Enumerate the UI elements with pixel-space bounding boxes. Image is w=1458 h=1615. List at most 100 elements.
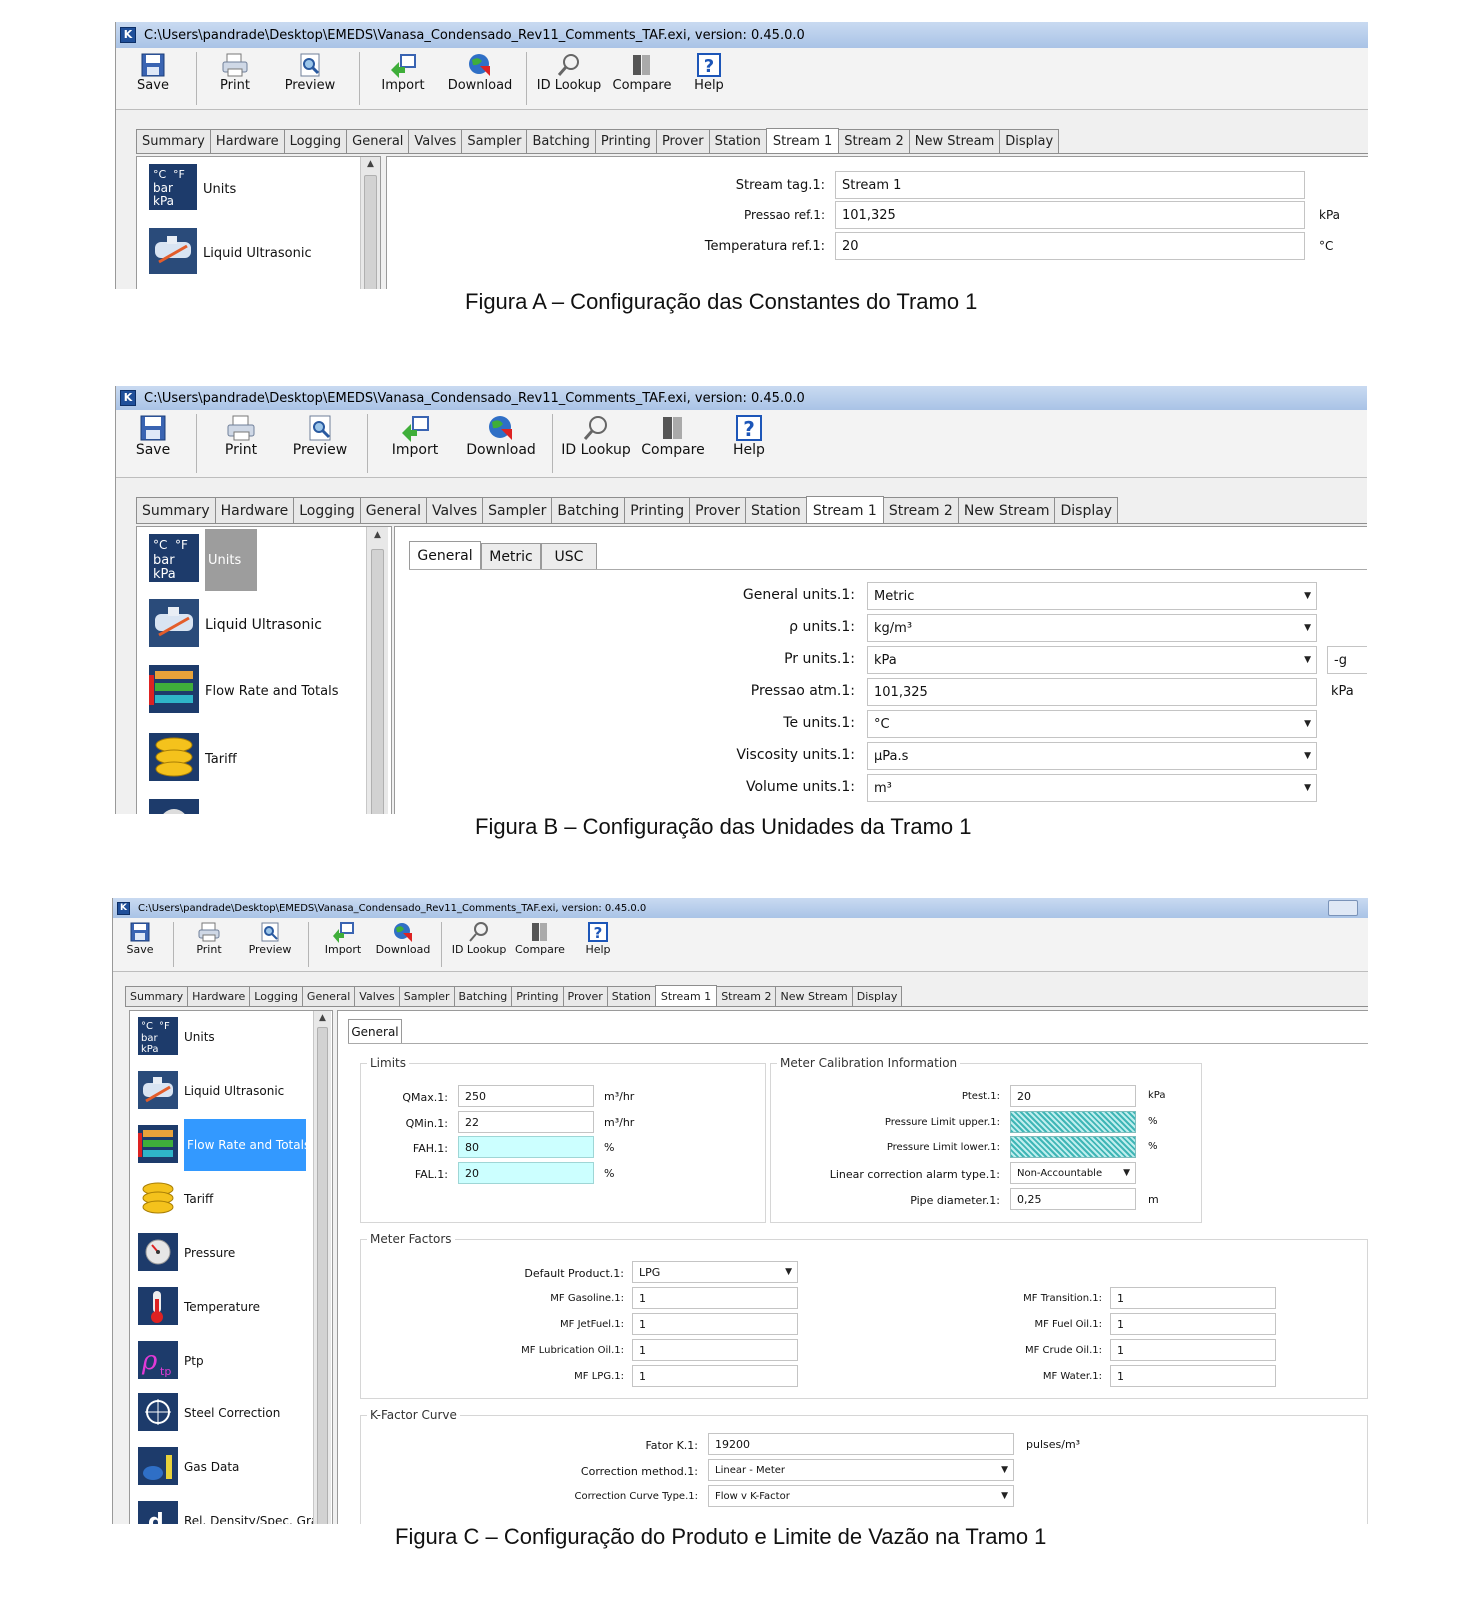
tab-hardware[interactable]: Hardware bbox=[209, 129, 285, 153]
print-button[interactable]: Print bbox=[203, 48, 267, 93]
tab-printing[interactable]: Printing bbox=[624, 497, 691, 523]
mf-lubrication-oil-input[interactable]: 1 bbox=[632, 1339, 798, 1361]
tab-station[interactable]: Station bbox=[708, 129, 767, 153]
pr-gauge-select[interactable]: -g bbox=[1327, 646, 1367, 674]
tab-stream-1[interactable]: Stream 1 bbox=[805, 496, 884, 524]
tab-display[interactable]: Display bbox=[851, 986, 903, 1006]
sidebar-item-ptp[interactable]: ρ tp Ptp bbox=[138, 1339, 204, 1383]
id-lookup-button[interactable]: ID Lookup bbox=[533, 48, 605, 93]
pressao-ref-input[interactable]: 101,325 bbox=[835, 201, 1305, 229]
id-lookup-button[interactable]: ID Lookup bbox=[559, 410, 633, 458]
preview-button[interactable]: Preview bbox=[279, 410, 361, 458]
tab-summary[interactable]: Summary bbox=[125, 986, 189, 1006]
sidebar-scrollbar[interactable]: ▲ bbox=[360, 157, 380, 289]
sidebar-scrollbar[interactable]: ▲ bbox=[313, 1011, 331, 1524]
general-units-select[interactable]: Metric ▼ bbox=[867, 582, 1317, 610]
sidebar-item-units[interactable]: °C °F bar kPa Units bbox=[149, 164, 236, 213]
tab-summary[interactable]: Summary bbox=[136, 129, 211, 153]
sidebar-scrollbar[interactable]: ▲ bbox=[366, 527, 388, 814]
rho-units-select[interactable]: kg/m³ ▼ bbox=[867, 614, 1317, 642]
tab-new-stream[interactable]: New Stream bbox=[775, 986, 853, 1006]
preview-button[interactable]: Preview bbox=[238, 918, 302, 956]
temperatura-ref-input[interactable]: 20 bbox=[835, 232, 1305, 260]
scroll-thumb[interactable] bbox=[317, 1027, 328, 1524]
correction-curve-type-select[interactable]: Flow v K-Factor ▼ bbox=[708, 1485, 1014, 1507]
tab-new-stream[interactable]: New Stream bbox=[908, 129, 1001, 153]
tab-sampler[interactable]: Sampler bbox=[398, 986, 455, 1006]
tab-general[interactable]: General bbox=[346, 129, 410, 153]
sidebar-item-liquid-ultrasonic[interactable]: Liquid Ultrasonic bbox=[138, 1069, 284, 1113]
tab-prover[interactable]: Prover bbox=[689, 497, 747, 523]
mf-lpg-input[interactable]: 1 bbox=[632, 1365, 798, 1387]
correction-method-select[interactable]: Linear - Meter ▼ bbox=[708, 1459, 1014, 1481]
tab-valves[interactable]: Valves bbox=[354, 986, 400, 1006]
tab-batching[interactable]: Batching bbox=[453, 986, 513, 1006]
scroll-thumb[interactable] bbox=[371, 549, 384, 814]
pressure-limit-lower-input[interactable] bbox=[1010, 1136, 1136, 1158]
tab-logging[interactable]: Logging bbox=[249, 986, 303, 1006]
mf-gasoline-input[interactable]: 1 bbox=[632, 1287, 798, 1309]
viscosity-units-select[interactable]: µPa.s ▼ bbox=[867, 742, 1317, 770]
tab-valves[interactable]: Valves bbox=[408, 129, 463, 153]
tab-valves[interactable]: Valves bbox=[425, 497, 484, 523]
tab-printing[interactable]: Printing bbox=[511, 986, 564, 1006]
sidebar-item-temperature[interactable]: Temperature bbox=[138, 1285, 260, 1329]
sidebar-item-gas-data[interactable]: Gas Data bbox=[138, 1445, 239, 1489]
tab-logging[interactable]: Logging bbox=[293, 497, 361, 523]
mf-water-input[interactable]: 1 bbox=[1110, 1365, 1276, 1387]
tab-general[interactable]: General bbox=[359, 497, 427, 523]
tab-new-stream[interactable]: New Stream bbox=[957, 497, 1056, 523]
minimize-button[interactable] bbox=[1328, 900, 1358, 916]
tab-prover[interactable]: Prover bbox=[655, 129, 710, 153]
fal-input[interactable]: 20 bbox=[458, 1162, 594, 1184]
tab-hardware[interactable]: Hardware bbox=[214, 497, 295, 523]
tab-summary[interactable]: Summary bbox=[136, 497, 216, 523]
sidebar-item-liquid-ultrasonic[interactable]: Liquid Ultrasonic bbox=[149, 228, 312, 277]
default-product-select[interactable]: LPG ▼ bbox=[632, 1261, 798, 1283]
sidebar-item-units[interactable]: °C °F bar kPa Units bbox=[149, 529, 257, 591]
preview-button[interactable]: Preview bbox=[267, 48, 353, 93]
tab-station[interactable]: Station bbox=[745, 497, 807, 523]
save-button[interactable]: Save bbox=[116, 48, 190, 93]
help-button[interactable]: ? Help bbox=[679, 48, 739, 93]
tab-stream-2[interactable]: Stream 2 bbox=[716, 986, 777, 1006]
subtab-general[interactable]: General bbox=[348, 1019, 402, 1043]
sidebar-item-steel-correction[interactable]: Steel Correction bbox=[138, 1391, 280, 1435]
id-lookup-button[interactable]: ID Lookup bbox=[448, 918, 510, 956]
sidebar-item-pressure[interactable] bbox=[149, 799, 205, 814]
import-button[interactable]: Import bbox=[366, 48, 440, 93]
tab-stream-2[interactable]: Stream 2 bbox=[838, 129, 910, 153]
sidebar-item-flow-rate[interactable]: Flow Rate and Totals bbox=[149, 665, 338, 717]
tab-logging[interactable]: Logging bbox=[283, 129, 348, 153]
scroll-up-icon[interactable]: ▲ bbox=[361, 159, 380, 169]
volume-units-select[interactable]: m³ ▼ bbox=[867, 774, 1317, 802]
mf-fuel-oil-input[interactable]: 1 bbox=[1110, 1313, 1276, 1335]
tab-printing[interactable]: Printing bbox=[594, 129, 657, 153]
qmin-input[interactable]: 22 bbox=[458, 1111, 594, 1133]
help-button[interactable]: ? Help bbox=[713, 410, 785, 458]
print-button[interactable]: Print bbox=[180, 918, 238, 956]
linear-correction-alarm-select[interactable]: Non-Accountable ▼ bbox=[1010, 1162, 1136, 1184]
subtab-usc[interactable]: USC bbox=[541, 543, 597, 569]
download-button[interactable]: Download bbox=[456, 410, 546, 458]
compare-button[interactable]: Compare bbox=[605, 48, 679, 93]
stream-tag-input[interactable]: Stream 1 bbox=[835, 171, 1305, 199]
te-units-select[interactable]: °C ▼ bbox=[867, 710, 1317, 738]
tab-display[interactable]: Display bbox=[1054, 497, 1119, 523]
mf-crude-oil-input[interactable]: 1 bbox=[1110, 1339, 1276, 1361]
pressure-limit-upper-input[interactable] bbox=[1010, 1111, 1136, 1133]
tab-stream-1[interactable]: Stream 1 bbox=[654, 985, 718, 1007]
pipe-diameter-input[interactable]: 0,25 bbox=[1010, 1188, 1136, 1210]
compare-button[interactable]: Compare bbox=[633, 410, 713, 458]
tab-stream-1[interactable]: Stream 1 bbox=[765, 128, 840, 154]
tab-prover[interactable]: Prover bbox=[562, 986, 608, 1006]
save-button[interactable]: Save bbox=[116, 410, 190, 458]
save-button[interactable]: Save bbox=[113, 918, 167, 956]
download-button[interactable]: Download bbox=[371, 918, 435, 956]
ptest-input[interactable]: 20 bbox=[1010, 1085, 1136, 1107]
sidebar-item-flow-rate[interactable]: Flow Rate and Totals bbox=[138, 1119, 310, 1171]
sidebar-item-liquid-ultrasonic[interactable]: Liquid Ultrasonic bbox=[149, 599, 322, 651]
pr-units-select[interactable]: kPa ▼ bbox=[867, 646, 1317, 674]
sidebar-item-tariff[interactable]: Tariff bbox=[138, 1177, 213, 1221]
sidebar-item-units[interactable]: °C °F bar kPa Units bbox=[138, 1015, 215, 1059]
